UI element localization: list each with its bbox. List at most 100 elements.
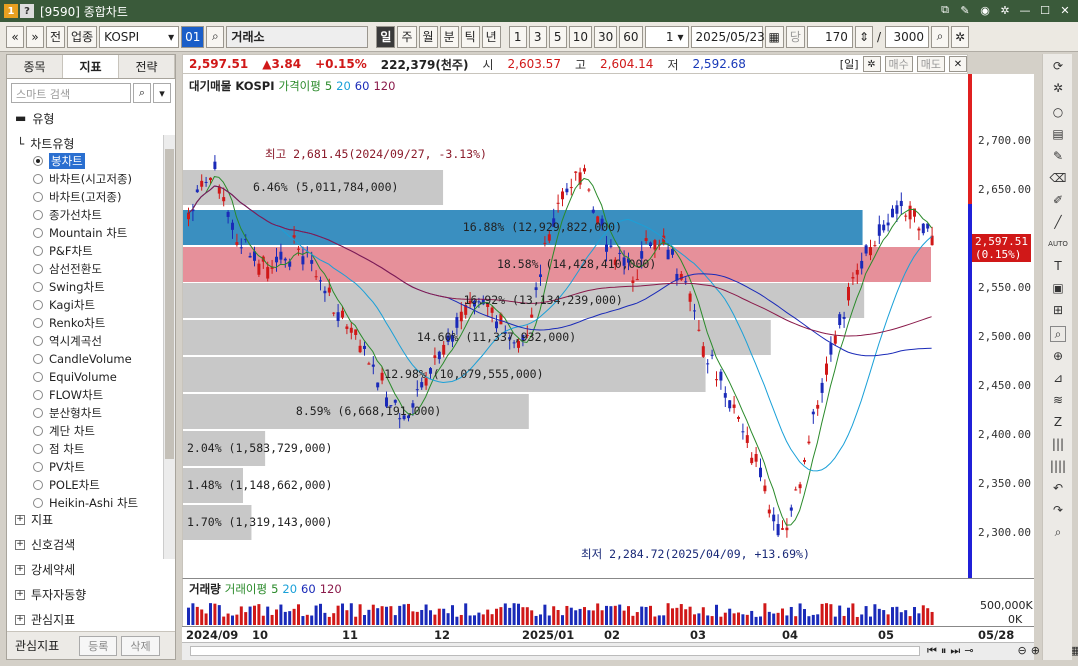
bars-icon[interactable]: ||| [1050,436,1066,452]
chart-type-item[interactable]: 봉차트 [7,152,175,170]
gear-icon[interactable]: ✲ [862,56,881,72]
first-icon[interactable]: ⏮ [927,644,937,658]
search-icon[interactable]: ⌕ [206,25,225,48]
search-icon[interactable]: ⌕ [1050,524,1066,540]
maximize-icon[interactable]: ☐ [1038,3,1052,17]
interval-1[interactable]: 1 [508,25,527,48]
period-minute[interactable]: 분 [439,25,459,48]
sell-button[interactable]: 매도 [916,56,945,72]
all-icon[interactable]: ▣ [1050,280,1066,296]
code-button[interactable]: 01 [181,25,205,48]
node-strength[interactable]: + 강세약세 [7,557,175,582]
volume-chart-area[interactable]: 거래량 거래이평 5 20 60 120 [182,578,968,626]
tab-strategy[interactable]: 전략 [119,55,175,78]
period-tick[interactable]: 틱 [460,25,480,48]
interval-60[interactable]: 60 [619,25,643,48]
chart-icon[interactable]: ▤ [1050,126,1066,142]
radio-icon[interactable] [33,210,43,220]
radio-icon[interactable] [33,264,43,274]
undo-icon[interactable]: ↶ [1050,480,1066,496]
spin-icon[interactable]: ⇕ [854,25,873,48]
interval-5[interactable]: 5 [548,25,567,48]
magnifier-icon[interactable]: ⌕ [1050,326,1066,342]
radio-icon[interactable] [33,282,43,292]
chart-type-item[interactable]: PV차트 [7,458,175,476]
radio-icon[interactable] [33,318,43,328]
chart-type-item[interactable]: POLE차트 [7,476,175,494]
node-favorites[interactable]: + 관심지표 [7,607,175,632]
period-month[interactable]: 월 [418,25,438,48]
settings-icon[interactable]: ✲ [998,3,1012,17]
chart-type-item[interactable]: Swing차트 [7,278,175,296]
columns-icon[interactable]: |||| [1050,458,1066,474]
market-button[interactable]: 업종 [67,25,98,48]
radio-icon[interactable] [33,372,43,382]
prev-button[interactable]: 전 [46,25,66,48]
interval-3[interactable]: 3 [528,25,547,48]
interval-30[interactable]: 30 [593,25,618,48]
section-type[interactable]: ▬ 유형 [7,107,175,129]
period-week[interactable]: 주 [397,25,417,48]
chart-type-item[interactable]: Mountain 차트 [7,224,175,242]
chart-type-item[interactable]: CandleVolume [7,350,175,368]
chart-close-icon[interactable]: ✕ [949,56,967,72]
chart-type-item[interactable]: EquiVolume [7,368,175,386]
delete-button[interactable]: 삭제 [121,635,160,656]
history-dropdown-icon[interactable]: » [26,25,44,48]
radio-icon[interactable] [33,246,43,256]
chart-type-item[interactable]: 바차트(고저종) [7,188,175,206]
period-year[interactable]: 년 [481,25,501,48]
chart-type-item[interactable]: 종가선차트 [7,206,175,224]
node-indicator[interactable]: + 지표 [7,507,175,532]
chart-type-item[interactable]: 역시계곡선 [7,332,175,350]
radio-icon[interactable] [33,462,43,472]
radio-icon[interactable] [33,192,43,202]
circle-icon[interactable]: ○ [1050,104,1066,120]
refresh-icon[interactable]: ⟳ [1050,58,1066,74]
chart-type-item[interactable]: 분산형차트 [7,404,175,422]
minimize-icon[interactable]: — [1018,3,1032,17]
fib-icon[interactable]: ≋ [1050,392,1066,408]
slider-icon[interactable]: ⊸ [964,644,973,658]
radio-icon[interactable] [33,426,43,436]
chart-type-item[interactable]: 점 차트 [7,440,175,458]
price-chart-area[interactable]: 대기매물 KOSPI 가격이평 5 20 60 120 6.46% (5,011… [182,74,968,578]
pause-icon[interactable]: ⏸ [941,644,947,658]
zoom-out-icon[interactable]: ⊖ [1018,644,1027,658]
scroll-track[interactable] [190,646,920,656]
radio-icon[interactable] [33,444,43,454]
zoom-in-icon[interactable]: ⊕ [1031,644,1040,658]
zoom-search-icon[interactable]: ⌕ [931,25,950,48]
symbol-input[interactable]: KOSPI ▾ [99,25,180,48]
link-icon[interactable]: ⧉ [938,3,952,17]
chart-type-item[interactable]: 바차트(시고저종) [7,170,175,188]
measure-icon[interactable]: ⊿ [1050,370,1066,386]
tab-indicator[interactable]: 지표 [63,55,119,78]
last-icon[interactable]: ⏭ [950,644,960,658]
chart-type-item[interactable]: FLOW차트 [7,386,175,404]
pen-icon[interactable]: ✎ [1050,148,1066,164]
help-icon[interactable]: ? [20,4,34,18]
close-icon[interactable]: ✕ [1058,3,1072,17]
collapse-left-icon[interactable]: « [6,25,24,48]
chart-type-item[interactable]: 계단 차트 [7,422,175,440]
radio-icon[interactable] [33,174,43,184]
auto-icon[interactable]: AUTO [1048,236,1068,252]
radio-icon[interactable] [33,480,43,490]
eraser-icon[interactable]: ⌫ [1050,170,1067,186]
settings-icon[interactable]: ✲ [1050,80,1066,96]
sidebar-scroll-thumb[interactable] [165,149,174,459]
text-tool-icon[interactable]: T [1050,258,1066,274]
date-input[interactable]: 2025/05/23 [690,25,765,48]
line-icon[interactable]: ╱ [1050,214,1066,230]
chart-scrollbar[interactable]: ⏮ ⏸ ⏭ ⊸ ⊖ ⊕ A ✲ ▦ ⊞ + ⧉ [182,642,1078,660]
window-number-badge[interactable]: 1 [4,4,18,18]
radio-icon[interactable] [33,390,43,400]
node-investor[interactable]: + 투자자동향 [7,582,175,607]
max-bars-input[interactable]: 3000 [885,25,930,48]
interval-10[interactable]: 10 [568,25,592,48]
radio-icon[interactable] [33,408,43,418]
redo-icon[interactable]: ↷ [1050,502,1066,518]
radio-icon[interactable] [33,228,43,238]
calendar-icon[interactable]: ▦ [764,25,784,48]
